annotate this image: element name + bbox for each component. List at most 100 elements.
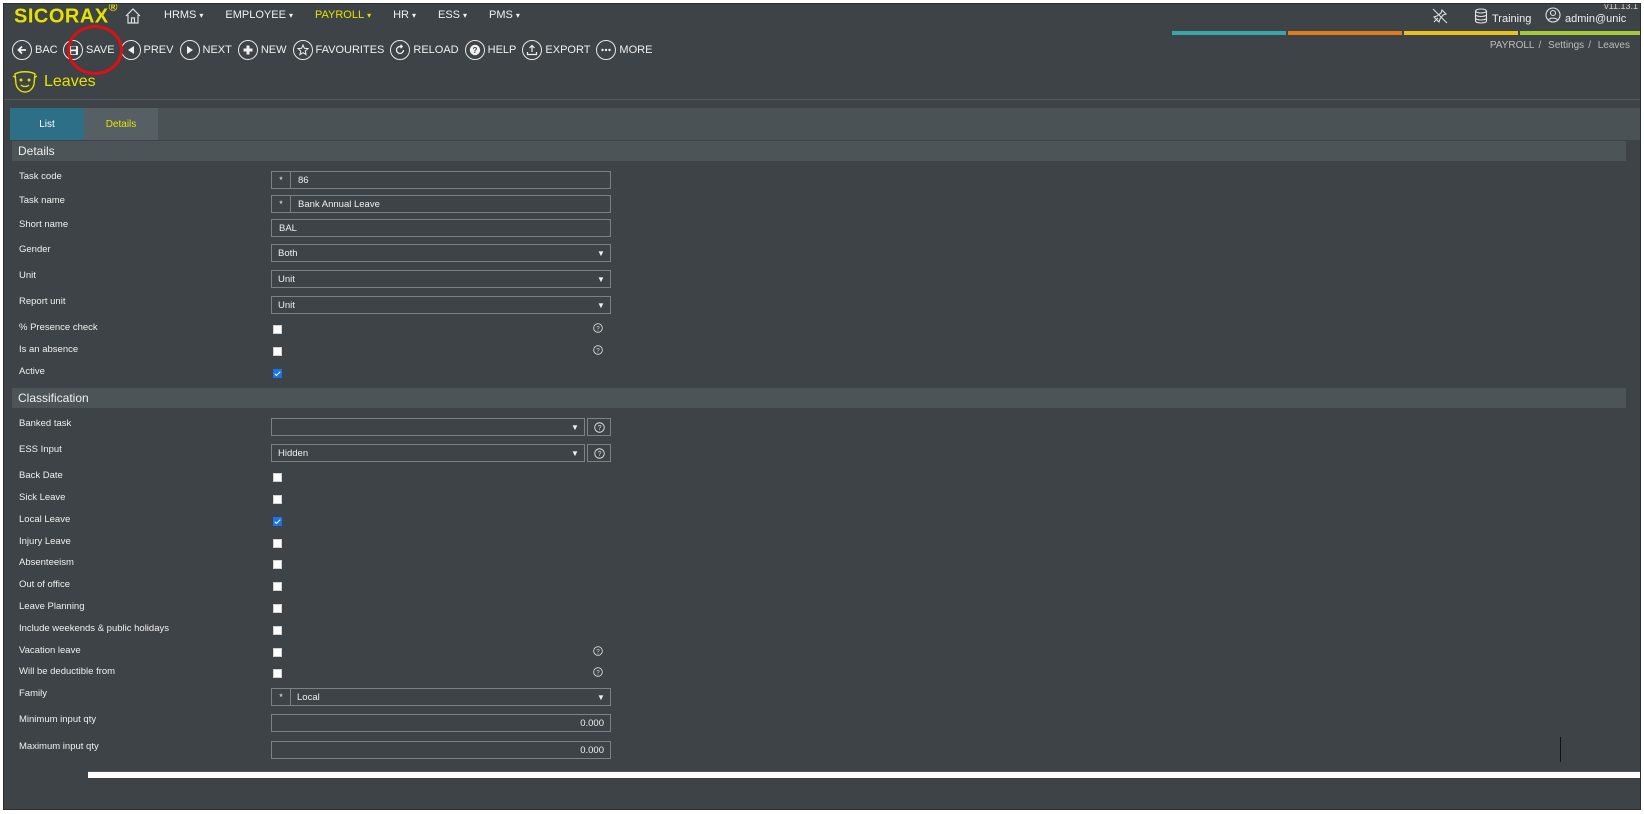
report-unit-select[interactable]: Unit ▼ [271,296,611,314]
next-button[interactable]: NEXT [179,40,232,60]
bottom-frame-strip [88,771,1640,778]
reload-button[interactable]: RELOAD [390,40,459,60]
ess-input-help-button[interactable]: ? [587,444,611,462]
help-circle-icon[interactable]: ? [593,345,603,355]
include-weekends-checkbox[interactable] [273,626,282,635]
database-icon[interactable] [1474,8,1488,24]
floppy-disk-icon [63,40,83,60]
banked-task-select[interactable]: ▼ [271,418,585,436]
menu-pms[interactable]: PMS ▾ [489,9,520,21]
out-of-office-checkbox[interactable] [273,582,282,591]
version-label: v11.13.1 [1604,3,1638,11]
short-name-field[interactable]: BAL [271,219,611,237]
more-button[interactable]: MORE [596,40,652,60]
report-unit-label: Report unit [19,296,66,307]
presence-check-checkbox[interactable] [273,325,282,334]
brand-logo[interactable]: SICORAX® [14,4,118,29]
sick-leave-checkbox[interactable] [273,495,282,504]
deductible-from-checkbox[interactable] [273,669,282,678]
max-input-qty-field[interactable]: 0.000 [271,741,611,759]
question-icon: ? [464,40,485,60]
home-icon[interactable] [124,7,142,25]
absenteeism-checkbox[interactable] [273,560,282,569]
tab-list[interactable]: List [10,108,84,140]
back-date-checkbox[interactable] [273,473,282,482]
task-code-field[interactable]: * 86 [271,171,611,189]
injury-leave-checkbox[interactable] [273,539,282,548]
row-presence-check: % Presence check ? [19,322,1219,344]
svg-text:?: ? [597,451,601,458]
help-circle-icon[interactable]: ? [593,667,603,677]
gender-select[interactable]: Both ▼ [271,244,611,262]
family-select[interactable]: * Local ▼ [271,688,611,706]
unpin-icon[interactable] [1432,8,1448,24]
row-banked-task: Banked task ▼ ? [19,418,1219,440]
row-injury-leave: Injury Leave [19,536,1219,558]
deductible-from-label: Will be deductible from [19,666,116,677]
min-input-qty-field[interactable]: 0.000 [271,714,611,732]
vacation-leave-checkbox[interactable] [273,648,282,657]
ellipsis-icon [596,40,617,60]
save-button[interactable]: SAVE [63,40,115,60]
menu-hrms[interactable]: HRMS ▾ [164,9,203,21]
menu-ess[interactable]: ESS ▾ [438,9,467,21]
star-icon [292,40,313,60]
back-button[interactable]: BACK [12,40,57,60]
task-code-label: Task code [19,171,62,182]
database-label[interactable]: Training [1492,13,1531,25]
chevron-down-icon: ▼ [597,248,605,258]
chevron-down-icon: ▼ [597,692,605,702]
title-divider [4,99,1640,100]
ess-input-select[interactable]: Hidden ▼ [271,444,585,462]
scrollbar-edge [1560,737,1561,762]
new-button[interactable]: NEW [237,40,287,60]
task-name-field[interactable]: * Bank Annual Leave [271,195,611,213]
banked-task-label: Banked task [19,418,72,429]
help-button[interactable]: ? HELP [464,40,516,60]
local-leave-checkbox[interactable] [273,517,282,526]
menu-hr[interactable]: HR ▾ [393,9,416,21]
upload-icon [522,40,543,60]
row-is-absence: Is an absence ? [19,344,1219,366]
help-circle-icon[interactable]: ? [593,323,603,333]
breadcrumb-payroll[interactable]: PAYROLL [1490,40,1535,51]
favourites-button[interactable]: FAVOURITES [292,40,384,60]
user-label[interactable]: admin@unic [1565,13,1626,25]
app-window: SICORAX® HRMS ▾ EMPLOYEE ▾ PAYROLL ▾ HR ▾ ES… [3,3,1641,810]
unit-label: Unit [19,270,36,281]
section-classification-header: Classification [12,388,1626,408]
menu-payroll[interactable]: PAYROLL ▾ [315,9,371,21]
user-icon[interactable] [1545,7,1561,23]
max-input-qty-label: Maximum input qty [19,741,99,752]
svg-text:?: ? [596,669,600,676]
color-strip-teal [1172,31,1286,35]
unit-select[interactable]: Unit ▼ [271,270,611,288]
row-leave-planning: Leave Planning [19,601,1219,623]
chevron-down-icon: ▼ [597,274,605,284]
family-label: Family [19,688,47,699]
leave-planning-label: Leave Planning [19,601,85,612]
prev-button[interactable]: PREV [120,40,174,60]
injury-leave-label: Injury Leave [19,536,71,547]
help-circle-icon[interactable]: ? [593,646,603,656]
menu-employee[interactable]: EMPLOYEE ▾ [225,9,293,21]
banked-task-help-button[interactable]: ? [587,418,611,436]
chevron-down-icon: ▼ [571,422,579,432]
row-back-date: Back Date [19,470,1219,492]
row-family: Family * Local ▼ [19,688,1219,710]
row-max-input-qty: Maximum input qty 0.000 [19,741,1219,763]
tab-details[interactable]: Details [84,108,158,140]
arrow-left-circle-icon [12,40,32,60]
export-button[interactable]: EXPORT [522,40,590,60]
local-leave-label: Local Leave [19,514,71,525]
svg-text:?: ? [472,46,477,55]
min-input-qty-label: Minimum input qty [19,714,97,725]
leave-planning-checkbox[interactable] [273,604,282,613]
reload-icon [390,40,411,60]
breadcrumb-settings[interactable]: Settings [1548,40,1584,51]
svg-text:?: ? [596,325,600,332]
breadcrumb-leaves: Leaves [1597,40,1630,51]
tab-bar: List Details [10,108,1640,140]
active-checkbox[interactable] [273,369,282,378]
is-absence-checkbox[interactable] [273,347,282,356]
